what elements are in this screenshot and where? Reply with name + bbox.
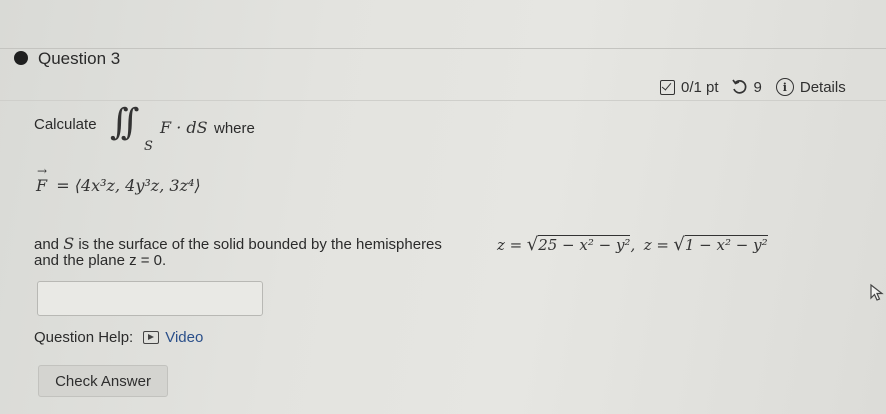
video-icon[interactable] [143, 331, 160, 344]
field-vector: → F = ⟨4x³z, 4y³z, 3z⁴⟩ [36, 164, 201, 195]
plane-text: and the plane z = 0. [34, 252, 167, 269]
hemi2-radicand: 1 − x² − y² [684, 235, 768, 254]
answer-input[interactable] [37, 281, 263, 316]
video-link[interactable]: Video [165, 329, 203, 346]
question-title: Question 3 [38, 49, 121, 68]
question-meta: 0/1 pt 9 i Details [660, 78, 846, 96]
hemi1-radicand: 25 − x² − y² [538, 235, 631, 254]
details-link[interactable]: Details [800, 79, 846, 96]
top-divider [0, 48, 886, 49]
where-label: where [214, 120, 255, 137]
question-help: Question Help: Video [34, 329, 203, 346]
header-divider [0, 100, 886, 101]
surface-description: and S is the surface of the solid bounde… [34, 234, 442, 253]
surface-symbol: S [63, 234, 75, 253]
hemi1-lhs: z = [497, 236, 523, 254]
integrand: F · dS [160, 118, 208, 137]
retry-count: 9 [753, 78, 762, 96]
calculate-label: Calculate [34, 116, 97, 133]
question-help-label: Question Help: [34, 329, 134, 346]
bullet-icon [14, 51, 28, 65]
hemisphere-equations: z = √25 − x² − y², z = √1 − x² − y² [497, 234, 768, 255]
score-text: 0/1 pt [681, 78, 719, 96]
cursor-icon [870, 283, 884, 301]
and-word: and [34, 236, 60, 253]
hemi2-lhs: z = [643, 236, 669, 254]
integral-subscript: S [144, 139, 153, 154]
retry-icon [731, 79, 746, 94]
info-icon[interactable]: i [775, 78, 794, 96]
double-integral-sign: ∫∫ [110, 102, 139, 143]
score-icon [660, 79, 675, 95]
surface-text: is the surface of the solid bounded by t… [78, 236, 442, 253]
field-lhs: F [36, 176, 48, 195]
check-answer-button[interactable]: Check Answer [38, 365, 168, 397]
field-rhs: = ⟨4x³z, 4y³z, 3z⁴⟩ [56, 176, 201, 195]
